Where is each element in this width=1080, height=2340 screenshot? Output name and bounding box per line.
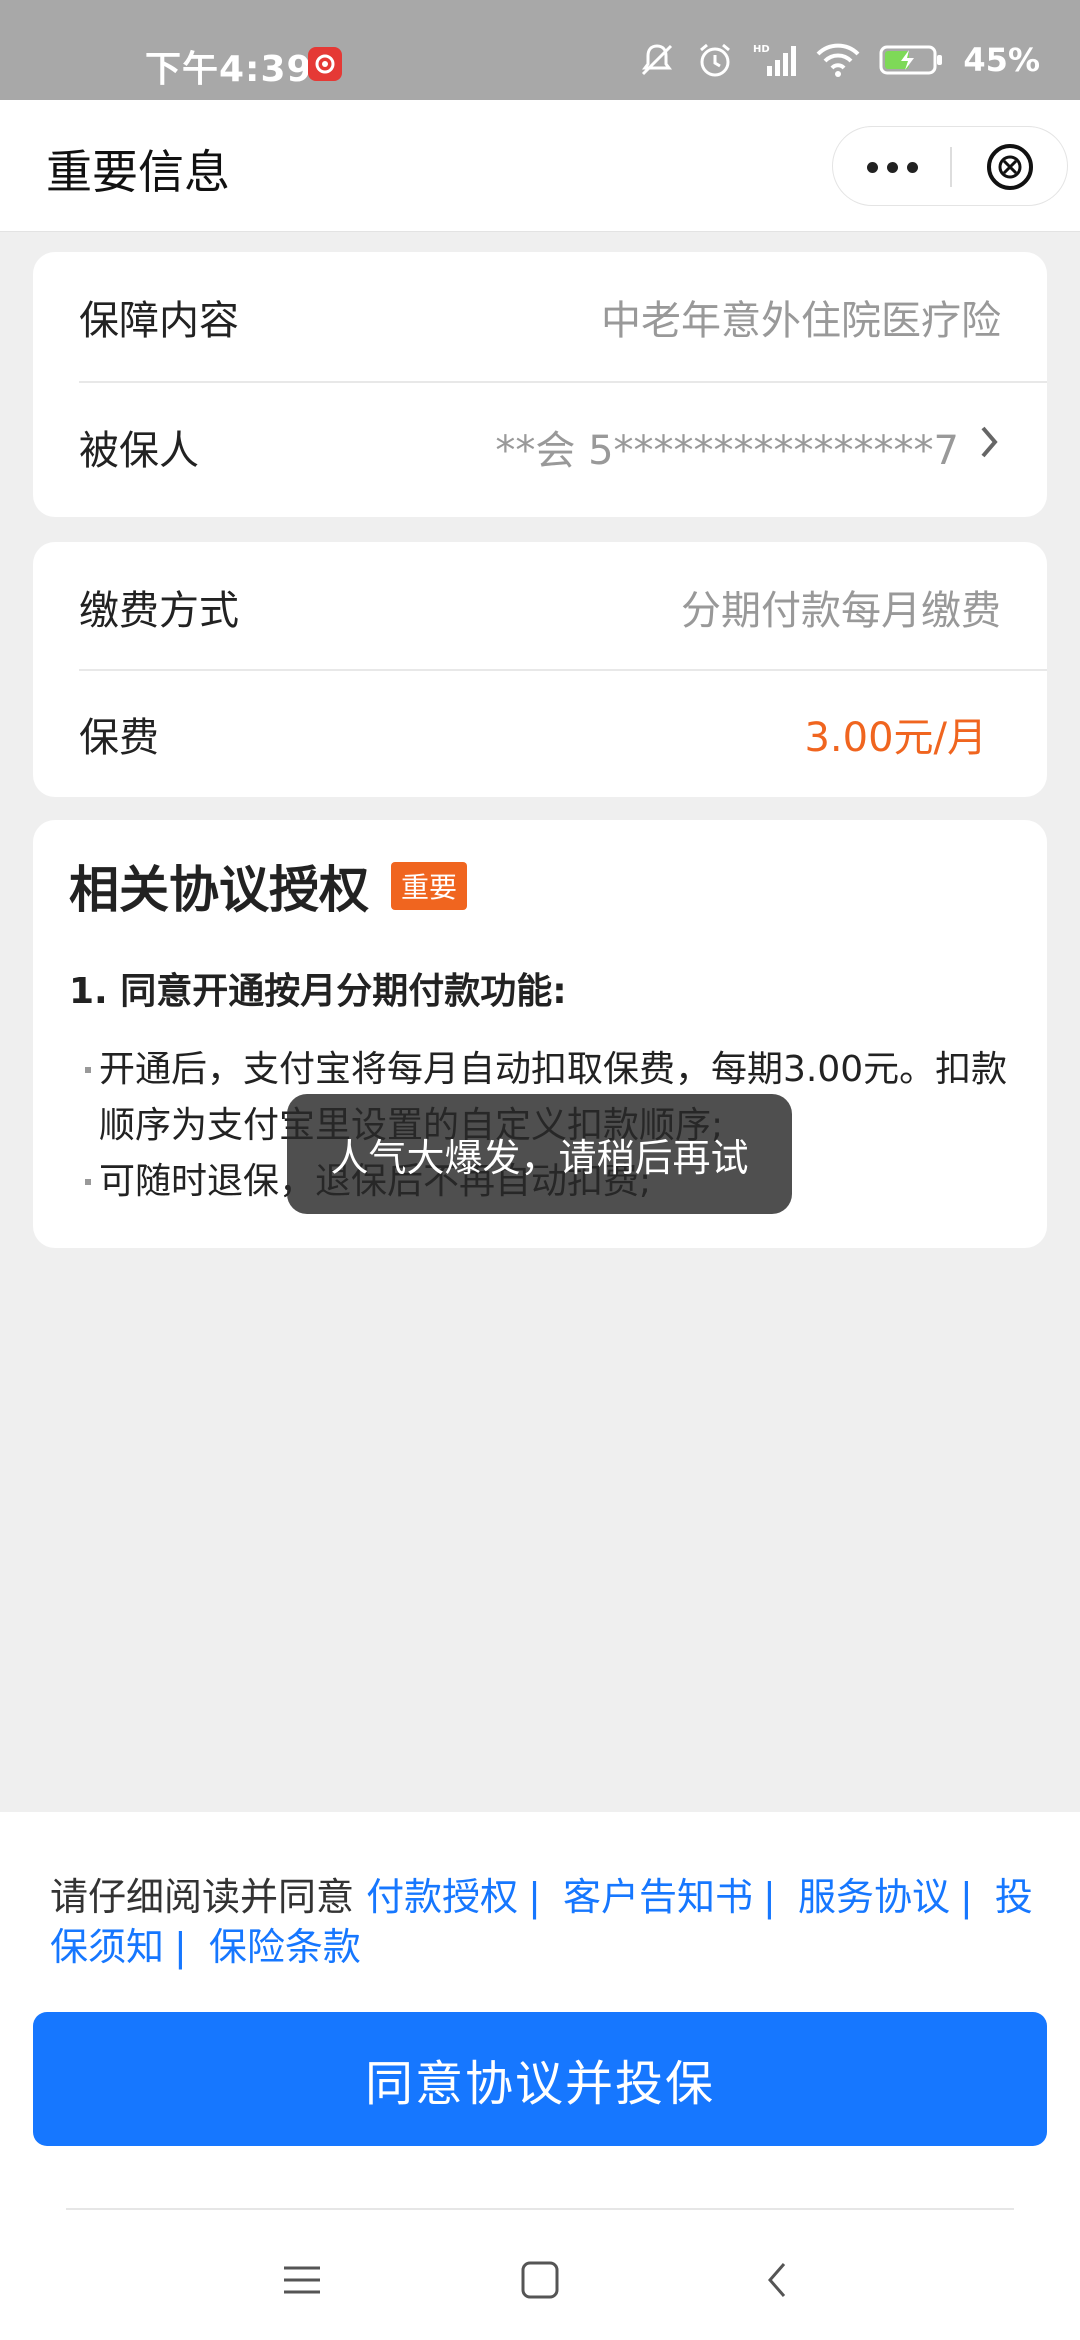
close-circle-icon[interactable] bbox=[951, 127, 1069, 207]
link-separator: | bbox=[528, 1875, 541, 1919]
app-notification-icon bbox=[308, 47, 342, 81]
important-badge: 重要 bbox=[391, 862, 468, 910]
mute-icon bbox=[637, 40, 677, 80]
alarm-icon bbox=[695, 40, 735, 80]
link-separator: | bbox=[959, 1875, 973, 1919]
agreement-title: 相关协议授权 bbox=[69, 861, 369, 919]
payment-method-row: 缴费方式 分期付款每月缴费 bbox=[33, 542, 1047, 672]
chevron-right-icon bbox=[977, 424, 1001, 470]
home-icon[interactable] bbox=[510, 2250, 570, 2310]
link-separator: | bbox=[763, 1875, 776, 1919]
premium-value: 3.00元/月 bbox=[804, 714, 987, 761]
mini-program-capsule bbox=[832, 126, 1068, 206]
insured-value-wrap: **会 5****************7 bbox=[495, 418, 1001, 476]
page-title: 重要信息 bbox=[46, 145, 230, 199]
battery-percent: 45% bbox=[963, 41, 1040, 79]
back-icon[interactable] bbox=[748, 2250, 808, 2310]
insured-person-row[interactable]: 被保人 **会 5****************7 bbox=[33, 382, 1047, 512]
coverage-value: 中老年意外住院医疗险 bbox=[601, 298, 1001, 344]
wifi-icon bbox=[815, 40, 861, 80]
link-customer-notice[interactable]: 客户告知书 bbox=[563, 1875, 753, 1919]
payment-card: 缴费方式 分期付款每月缴费 保费 3.00元/月 bbox=[33, 542, 1047, 797]
agree-and-insure-button[interactable]: 同意协议并投保 bbox=[33, 2012, 1047, 2146]
bottom-panel: 请仔细阅读并同意 付款授权 | 客户告知书 | 服务协议 | 投保须知 | 保险条款 同… bbox=[0, 1812, 1080, 2340]
status-bar: 下午4:39 HD 45% bbox=[0, 0, 1080, 100]
premium-row: 保费 3.00元/月 bbox=[33, 670, 1047, 797]
title-bar: 重要信息 bbox=[0, 100, 1080, 232]
toast-message: 人气大爆发，请稍后再试 bbox=[287, 1094, 792, 1214]
agreement-links: 请仔细阅读并同意 付款授权 | 客户告知书 | 服务协议 | 投保须知 | 保险条款 bbox=[50, 1872, 1040, 1972]
coverage-card: 保障内容 中老年意外住院医疗险 被保人 **会 5***************… bbox=[33, 252, 1047, 517]
insured-label: 被保人 bbox=[79, 428, 199, 474]
status-icons: HD 45% bbox=[637, 40, 1040, 80]
premium-label: 保费 bbox=[79, 714, 159, 761]
link-payment-authorization[interactable]: 付款授权 bbox=[366, 1875, 518, 1919]
battery-charging-icon bbox=[879, 43, 945, 77]
status-time: 下午4:39 bbox=[145, 49, 313, 90]
hd-signal-icon: HD bbox=[753, 40, 797, 80]
payment-method-label: 缴费方式 bbox=[79, 588, 239, 634]
clause-title: 1. 同意开通按月分期付款功能: bbox=[69, 971, 567, 1012]
link-separator: | bbox=[174, 1925, 187, 1969]
svg-text:HD: HD bbox=[753, 44, 770, 55]
insured-value: **会 5****************7 bbox=[495, 428, 959, 474]
agreement-prefix: 请仔细阅读并同意 bbox=[50, 1875, 355, 1919]
link-service-agreement[interactable]: 服务协议 bbox=[798, 1875, 950, 1919]
coverage-label: 保障内容 bbox=[79, 298, 239, 344]
payment-method-value: 分期付款每月缴费 bbox=[681, 588, 1001, 634]
agreement-title-wrap: 相关协议授权 重要 bbox=[69, 850, 468, 922]
system-nav-bar bbox=[0, 2210, 1080, 2340]
menu-icon[interactable] bbox=[272, 2250, 332, 2310]
more-icon[interactable] bbox=[833, 127, 951, 207]
link-insurance-terms[interactable]: 保险条款 bbox=[209, 1925, 361, 1969]
coverage-content-row: 保障内容 中老年意外住院医疗险 bbox=[33, 252, 1047, 382]
